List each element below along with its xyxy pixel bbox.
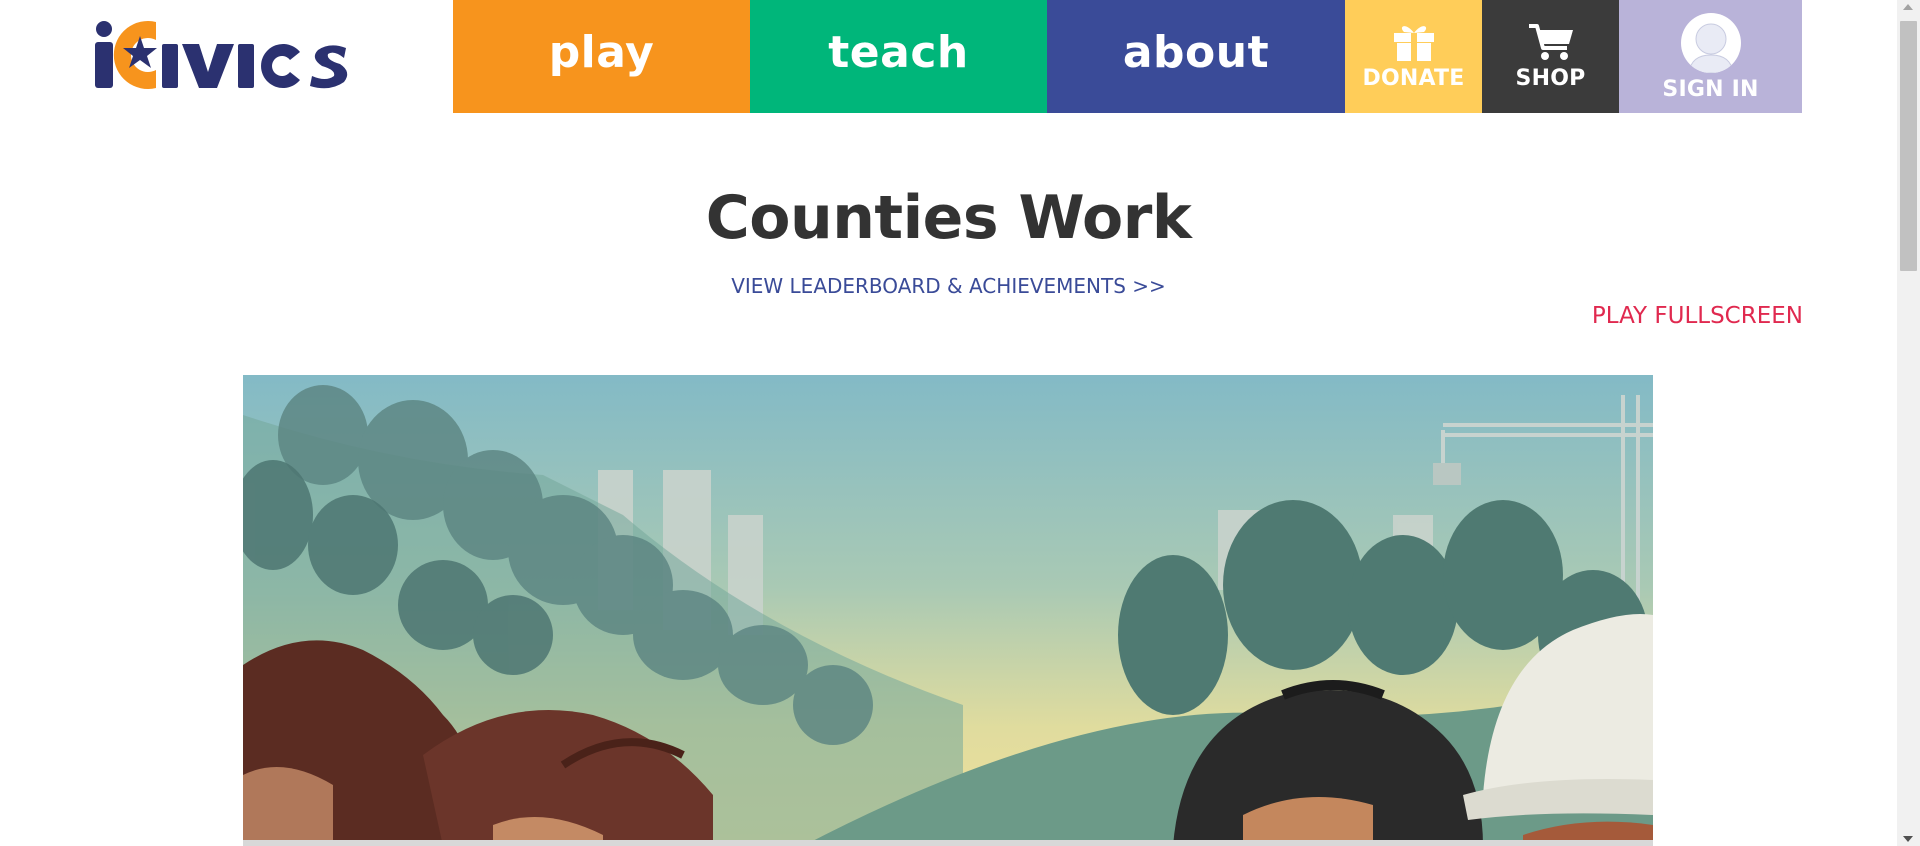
page-scrollbar[interactable] <box>1897 0 1920 846</box>
cart-icon <box>1528 24 1573 60</box>
nav-shop-label: SHOP <box>1515 66 1586 91</box>
leaderboard-achievements-link[interactable]: VIEW LEADERBOARD & ACHIEVEMENTS >> <box>0 274 1897 298</box>
scroll-up-arrow-icon[interactable] <box>1903 4 1913 10</box>
game-artwork <box>243 375 1653 846</box>
icivics-logo[interactable] <box>90 18 380 92</box>
nav-donate[interactable]: DONATE <box>1345 0 1482 113</box>
nav-shop[interactable]: SHOP <box>1482 0 1619 113</box>
nav-play[interactable]: play <box>453 0 750 113</box>
nav-donate-label: DONATE <box>1362 66 1465 91</box>
play-fullscreen-link[interactable]: PLAY FULLSCREEN <box>1592 303 1803 329</box>
nav-sign-in[interactable]: SIGN IN <box>1619 0 1802 113</box>
nav-teach-label: teach <box>828 27 969 78</box>
nav-play-label: play <box>548 27 655 78</box>
game-frame-bottom-bar <box>243 840 1653 846</box>
nav-about[interactable]: about <box>1047 0 1345 113</box>
nav-about-label: about <box>1122 27 1270 78</box>
scroll-thumb[interactable] <box>1900 21 1917 271</box>
game-frame[interactable] <box>243 375 1653 846</box>
gift-icon <box>1393 26 1434 61</box>
page: play teach about DONATE SHOP SIGN IN Cou… <box>0 0 1897 846</box>
logo-graphic <box>95 21 348 89</box>
nav-sign-in-label: SIGN IN <box>1662 77 1759 102</box>
user-avatar-icon <box>1680 13 1741 73</box>
page-title: Counties Work <box>705 183 1192 253</box>
nav-teach[interactable]: teach <box>750 0 1047 113</box>
scroll-down-arrow-icon[interactable] <box>1903 836 1913 842</box>
main-nav: play teach about DONATE SHOP SIGN IN <box>453 0 1802 113</box>
